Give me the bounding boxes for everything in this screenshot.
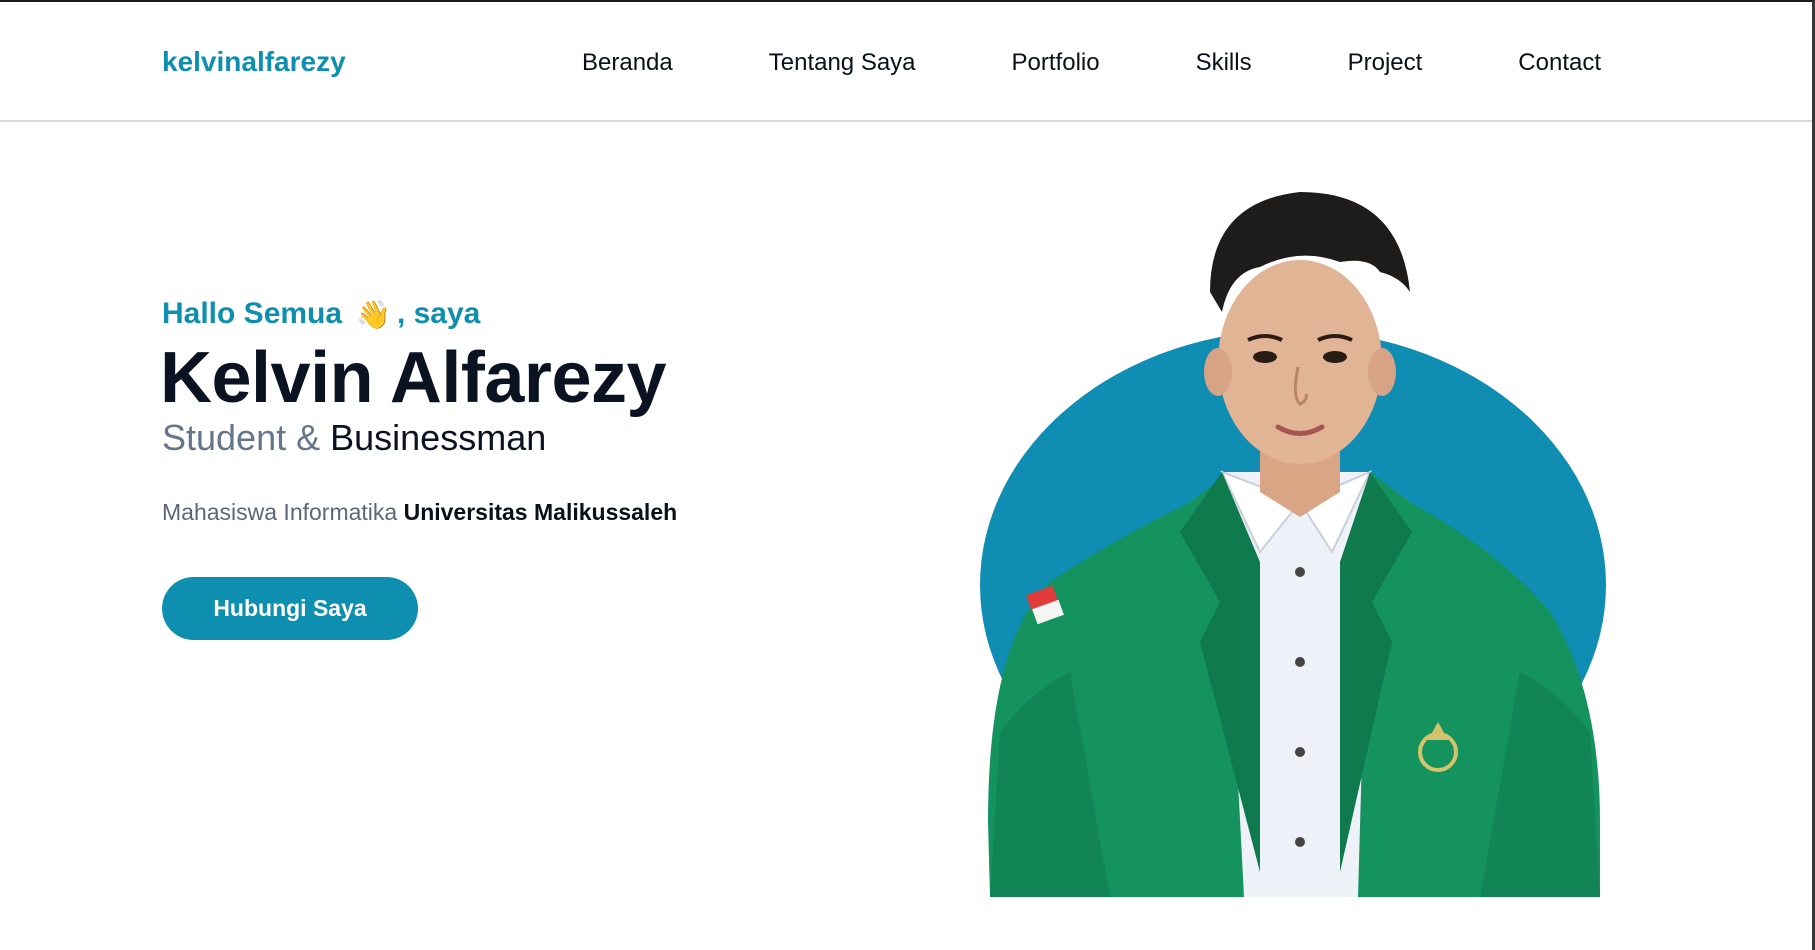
hero-greeting: Hallo Semua 👋 , saya [162,297,480,331]
nav-link-project[interactable]: Project [1348,49,1423,77]
greeting-text: Hallo Semua [162,297,343,330]
contact-me-button[interactable]: Hubungi Saya [162,577,418,640]
nav-link-portfolio[interactable]: Portfolio [1012,49,1100,77]
desc-prefix: Mahasiswa Informatika [162,499,404,525]
brand-logo-link[interactable]: kelvinalfarezy [162,46,346,78]
hero-description: Mahasiswa Informatika Universitas Maliku… [162,499,677,526]
greeting-suffix: , saya [396,297,481,330]
waving-hand-icon: 👋 [356,298,391,330]
hero-name: Kelvin Alfarezy [160,338,667,418]
role-student: Student [162,417,287,458]
nav-link-skills[interactable]: Skills [1196,49,1252,77]
profile-photo [960,172,1620,897]
nav-links: Beranda Tentang Saya Portfolio Skills Pr… [582,49,1601,77]
page: kelvinalfarezy Beranda Tentang Saya Port… [0,0,1815,950]
nav-link-beranda[interactable]: Beranda [582,49,673,77]
nav-link-tentang-saya[interactable]: Tentang Saya [769,49,916,77]
nav-link-contact[interactable]: Contact [1518,49,1601,77]
desc-university: Universitas Malikussaleh [403,499,678,525]
navbar: kelvinalfarezy Beranda Tentang Saya Port… [0,2,1812,122]
hero-role: Student & Businessman [162,417,546,459]
role-businessman: Businessman [330,417,547,458]
role-ampersand: & [286,417,331,458]
